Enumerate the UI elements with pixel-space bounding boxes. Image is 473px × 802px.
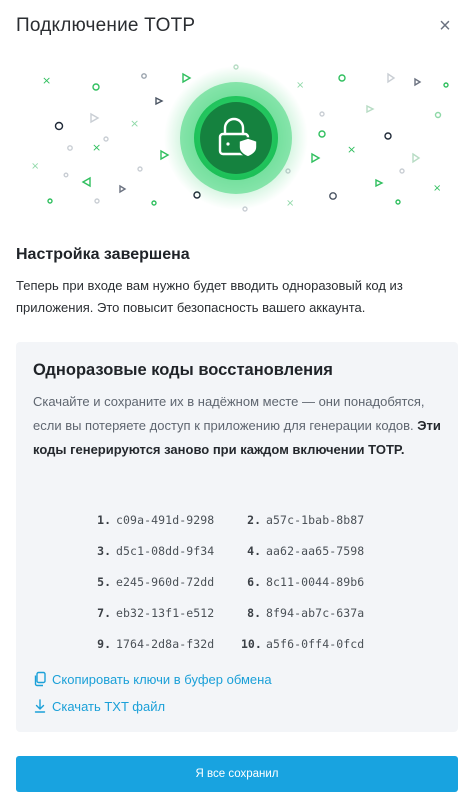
codes-row: 3. d5c1-08dd-9f34 4. aa62-aa65-7598: [91, 535, 391, 566]
code-value: 8f94-ab7c-637a: [266, 605, 365, 620]
close-icon[interactable]: ×: [433, 14, 457, 38]
code-value: aa62-aa65-7598: [266, 543, 365, 558]
code-item: 1. c09a-491d-9298: [91, 513, 241, 527]
code-value: 1764-2d8a-f32d: [116, 636, 215, 651]
code-item: 7. eb32-13f1-e512: [91, 606, 241, 620]
download-txt-link[interactable]: Скачать TXT файл: [33, 698, 165, 714]
svg-text:×: ×: [433, 183, 441, 194]
code-number: 10.: [241, 636, 262, 651]
code-number: 2.: [247, 512, 261, 527]
code-number: 3.: [97, 543, 111, 558]
codes-row: 9. 1764-2d8a-f32d 10. a5f6-0ff4-0fcd: [91, 628, 391, 659]
modal-title: Подключение TOTP: [16, 15, 196, 36]
download-txt-label: Скачать TXT файл: [52, 698, 166, 714]
svg-text:×: ×: [92, 141, 101, 154]
code-value: a5f6-0ff4-0fcd: [266, 636, 365, 651]
code-item: 5. e245-960d-72dd: [91, 575, 241, 589]
totp-modal: Подключение TOTP × × × × × × × × × Настр…: [0, 0, 473, 802]
code-item: 4. aa62-aa65-7598: [241, 544, 391, 558]
svg-text:×: ×: [42, 74, 51, 87]
setup-complete-text: Теперь при входе вам нужно будет вводить…: [16, 278, 403, 315]
recovery-codes-text: Скачайте и сохраните их в надёжном месте…: [33, 390, 445, 462]
code-item: 8. 8f94-ab7c-637a: [241, 606, 391, 620]
modal-header: Подключение TOTP ×: [16, 14, 457, 38]
code-value: eb32-13f1-e512: [116, 605, 215, 620]
code-item: 9. 1764-2d8a-f32d: [91, 637, 241, 651]
code-value: c09a-491d-9298: [116, 512, 215, 527]
code-item: 10. a5f6-0ff4-0fcd: [241, 637, 391, 651]
code-number: 9.: [97, 636, 111, 651]
code-number: 7.: [97, 605, 111, 620]
codes-row: 5. e245-960d-72dd 6. 8c11-0044-89b6: [91, 566, 391, 597]
copy-keys-link[interactable]: Скопировать ключи в буфер обмена: [33, 671, 272, 687]
setup-complete-title: Настройка завершена: [16, 246, 190, 263]
code-number: 6.: [247, 574, 261, 589]
code-item: 6. 8c11-0044-89b6: [241, 575, 391, 589]
code-value: e245-960d-72dd: [116, 574, 215, 589]
svg-text:×: ×: [296, 80, 304, 91]
svg-text:×: ×: [130, 117, 139, 130]
icon-plate: [200, 102, 272, 174]
download-icon: [34, 699, 46, 713]
svg-text:×: ×: [347, 143, 356, 156]
recovery-codes-list: 1. c09a-491d-9298 2. a57c-1bab-8b87 3. d5c1…: [91, 504, 391, 659]
code-number: 8.: [247, 605, 261, 620]
copy-keys-label: Скопировать ключи в буфер обмена: [52, 671, 272, 687]
recovery-codes-title: Одноразовые коды восстановления: [33, 361, 333, 379]
code-item: 3. d5c1-08dd-9f34: [91, 544, 241, 558]
code-value: 8c11-0044-89b6: [266, 574, 365, 589]
recovery-codes-text-main: Скачайте и сохраните их в надёжном месте…: [33, 394, 425, 433]
code-number: 5.: [97, 574, 111, 589]
code-value: a57c-1bab-8b87: [266, 512, 365, 527]
svg-text:×: ×: [31, 161, 39, 172]
code-number: 4.: [247, 543, 261, 558]
code-number: 1.: [97, 512, 111, 527]
code-item: 2. a57c-1bab-8b87: [241, 513, 391, 527]
codes-row: 1. c09a-491d-9298 2. a57c-1bab-8b87: [91, 504, 391, 535]
recovery-codes-card: Одноразовые коды восстановления Скачайте…: [16, 342, 458, 732]
code-value: d5c1-08dd-9f34: [116, 543, 215, 558]
svg-text:×: ×: [286, 198, 294, 209]
confirm-saved-button[interactable]: Я все сохранил: [16, 756, 458, 792]
codes-row: 7. eb32-13f1-e512 8. 8f94-ab7c-637a: [91, 597, 391, 628]
success-illustration: × × × × × × × ×: [31, 64, 449, 212]
copy-icon: [34, 671, 46, 687]
